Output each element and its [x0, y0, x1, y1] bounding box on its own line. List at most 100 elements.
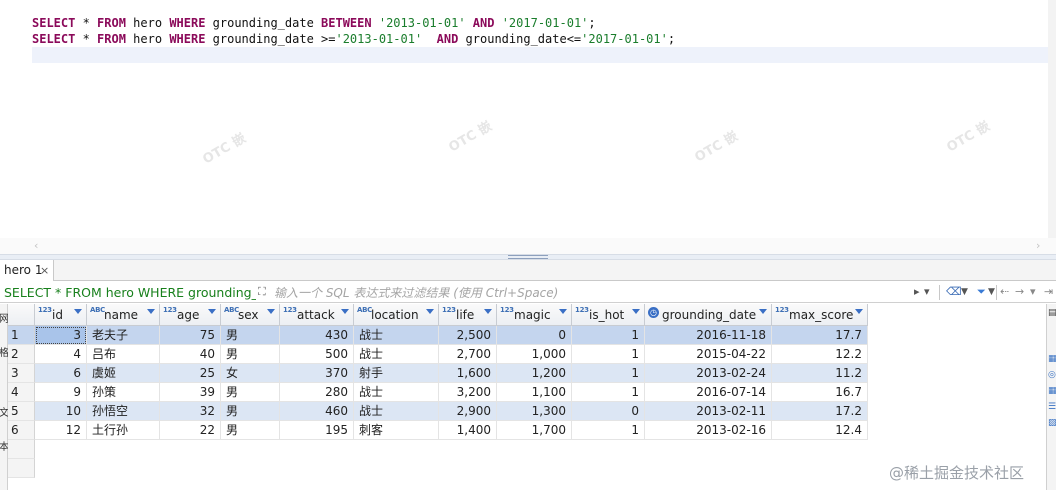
column-header-attack[interactable]: 123 attack — [280, 304, 354, 326]
cell-name[interactable]: 土行孙 — [87, 421, 160, 440]
cell-life[interactable]: 1,400 — [439, 421, 497, 440]
filter-input[interactable] — [274, 283, 910, 302]
sort-dropdown-icon[interactable] — [855, 309, 863, 314]
arrow-end-icon[interactable]: ⇥ — [1044, 285, 1053, 298]
sql-line-2[interactable]: SELECT * FROM hero WHERE grounding_date … — [32, 31, 675, 47]
chevron-down-icon[interactable]: ▼ — [988, 287, 995, 297]
row-number[interactable]: 6 — [8, 421, 35, 440]
sort-dropdown-icon[interactable] — [74, 309, 82, 314]
cell-location[interactable]: 战士 — [354, 326, 439, 345]
source-query-label[interactable]: SELECT * FROM hero WHERE grounding_dat — [4, 282, 256, 303]
cell-is-hot[interactable]: 0 — [572, 402, 645, 421]
cell-id[interactable]: 6 — [35, 364, 87, 383]
cell-name[interactable]: 吕布 — [87, 345, 160, 364]
sort-dropdown-icon[interactable] — [208, 309, 216, 314]
funnel-icon[interactable]: ⏷ — [977, 285, 986, 299]
cell-life[interactable]: 3,200 — [439, 383, 497, 402]
sort-dropdown-icon[interactable] — [759, 309, 767, 314]
column-header-life[interactable]: 123 life — [439, 304, 497, 326]
column-header-grounding-date[interactable]: ◷ grounding_date — [645, 304, 772, 326]
chevron-right-icon[interactable]: › — [1036, 239, 1040, 252]
sql-line-1[interactable]: SELECT * FROM hero WHERE grounding_date … — [32, 15, 596, 31]
column-header-id[interactable]: 123 id — [35, 304, 87, 326]
cell-sex[interactable]: 男 — [221, 326, 280, 345]
cell-max-score[interactable]: 16.7 — [772, 383, 868, 402]
cell-max-score[interactable]: 11.2 — [772, 364, 868, 383]
cell-sex[interactable]: 女 — [221, 364, 280, 383]
cell-grounding-date[interactable]: 2013-02-11 — [645, 402, 772, 421]
cell-max-score[interactable]: 12.4 — [772, 421, 868, 440]
expand-icon[interactable]: ⛶ — [258, 285, 272, 299]
chart-icon[interactable]: ▨ — [1048, 418, 1056, 428]
cell-location[interactable]: 战士 — [354, 402, 439, 421]
cell-magic[interactable]: 1,200 — [497, 364, 572, 383]
cell-is-hot[interactable]: 1 — [572, 421, 645, 440]
cell-sex[interactable]: 男 — [221, 383, 280, 402]
cell-attack[interactable]: 430 — [280, 326, 354, 345]
cell-grounding-date[interactable]: 2016-07-14 — [645, 383, 772, 402]
column-header-location[interactable]: ABC location — [354, 304, 439, 326]
row-number[interactable]: 2 — [8, 345, 35, 364]
column-header-is-hot[interactable]: 123 is_hot — [572, 304, 645, 326]
cell-age[interactable]: 32 — [160, 402, 221, 421]
cell-age[interactable]: 75 — [160, 326, 221, 345]
cell-magic[interactable]: 1,000 — [497, 345, 572, 364]
editor-horizontal-scrollbar[interactable]: ‹ › — [0, 238, 1056, 254]
sort-dropdown-icon[interactable] — [484, 309, 492, 314]
chevron-left-icon[interactable]: ‹ — [34, 239, 38, 252]
cell-life[interactable]: 2,700 — [439, 345, 497, 364]
column-header-sex[interactable]: ABC sex — [221, 304, 280, 326]
cell-sex[interactable]: 男 — [221, 421, 280, 440]
cell-attack[interactable]: 195 — [280, 421, 354, 440]
chevron-down-icon[interactable]: ▾ — [1030, 285, 1036, 298]
cell-attack[interactable]: 280 — [280, 383, 354, 402]
cell-id[interactable]: 12 — [35, 421, 87, 440]
view-switcher-panel[interactable]: 网 格 文 本 — [0, 304, 9, 490]
column-header-magic[interactable]: 123 magic — [497, 304, 572, 326]
cell-life[interactable]: 2,900 — [439, 402, 497, 421]
cell-location[interactable]: 刺客 — [354, 421, 439, 440]
row-number-header[interactable] — [8, 304, 35, 326]
arrow-left-icon[interactable]: ⇠ — [1000, 285, 1009, 298]
cell-id[interactable]: 10 — [35, 402, 87, 421]
cell-attack[interactable]: 460 — [280, 402, 354, 421]
column-header-max-score[interactable]: 123 max_score — [772, 304, 868, 326]
sql-editor[interactable]: SELECT * FROM hero WHERE grounding_date … — [0, 0, 1056, 240]
tab-hero-1[interactable]: hero 1 × — [0, 260, 54, 281]
cell-age[interactable]: 39 — [160, 383, 221, 402]
cell-life[interactable]: 1,600 — [439, 364, 497, 383]
cell-attack[interactable]: 370 — [280, 364, 354, 383]
cell-location[interactable]: 射手 — [354, 364, 439, 383]
chevron-down-icon[interactable]: ▼ — [961, 287, 968, 297]
cell-magic[interactable]: 1,100 — [497, 383, 572, 402]
cell-grounding-date[interactable]: 2016-11-18 — [645, 326, 772, 345]
cell-max-score[interactable]: 17.2 — [772, 402, 868, 421]
cell-is-hot[interactable]: 1 — [572, 364, 645, 383]
table-row[interactable]: 2 4 吕布 40 男 500 战士 2,700 1,000 1 2015-04-22 12.2 — [8, 345, 868, 364]
cell-magic[interactable]: 0 — [497, 326, 572, 345]
cell-sex[interactable]: 男 — [221, 345, 280, 364]
cell-magic[interactable]: 1,300 — [497, 402, 572, 421]
history-dropdown-icon[interactable]: ▾ — [924, 285, 930, 298]
cell-is-hot[interactable]: 1 — [572, 345, 645, 364]
cell-location[interactable]: 战士 — [354, 345, 439, 364]
table-row[interactable]: 4 9 孙策 39 男 280 战士 3,200 1,100 1 2016-07-14 16.7 — [8, 383, 868, 402]
row-number[interactable]: 5 — [8, 402, 35, 421]
sort-dropdown-icon[interactable] — [267, 309, 275, 314]
cell-grounding-date[interactable]: 2015-04-22 — [645, 345, 772, 364]
info-icon[interactable]: ◎ — [1048, 370, 1056, 380]
sort-dropdown-icon[interactable] — [341, 309, 349, 314]
editor-vertical-scrollbar[interactable] — [1048, 0, 1056, 240]
record-icon[interactable]: ▦ — [1048, 354, 1056, 364]
splitter-grip[interactable] — [508, 255, 548, 259]
cell-name[interactable]: 孙策 — [87, 383, 160, 402]
cell-is-hot[interactable]: 1 — [572, 326, 645, 345]
cell-life[interactable]: 2,500 — [439, 326, 497, 345]
cell-max-score[interactable]: 12.2 — [772, 345, 868, 364]
sort-dropdown-icon[interactable] — [147, 309, 155, 314]
arrow-right-icon[interactable]: → — [1015, 285, 1024, 298]
calendar-icon[interactable]: ▦ — [1048, 386, 1056, 396]
sort-dropdown-icon[interactable] — [426, 309, 434, 314]
cell-name[interactable]: 老夫子 — [87, 326, 160, 345]
cell-age[interactable]: 22 — [160, 421, 221, 440]
